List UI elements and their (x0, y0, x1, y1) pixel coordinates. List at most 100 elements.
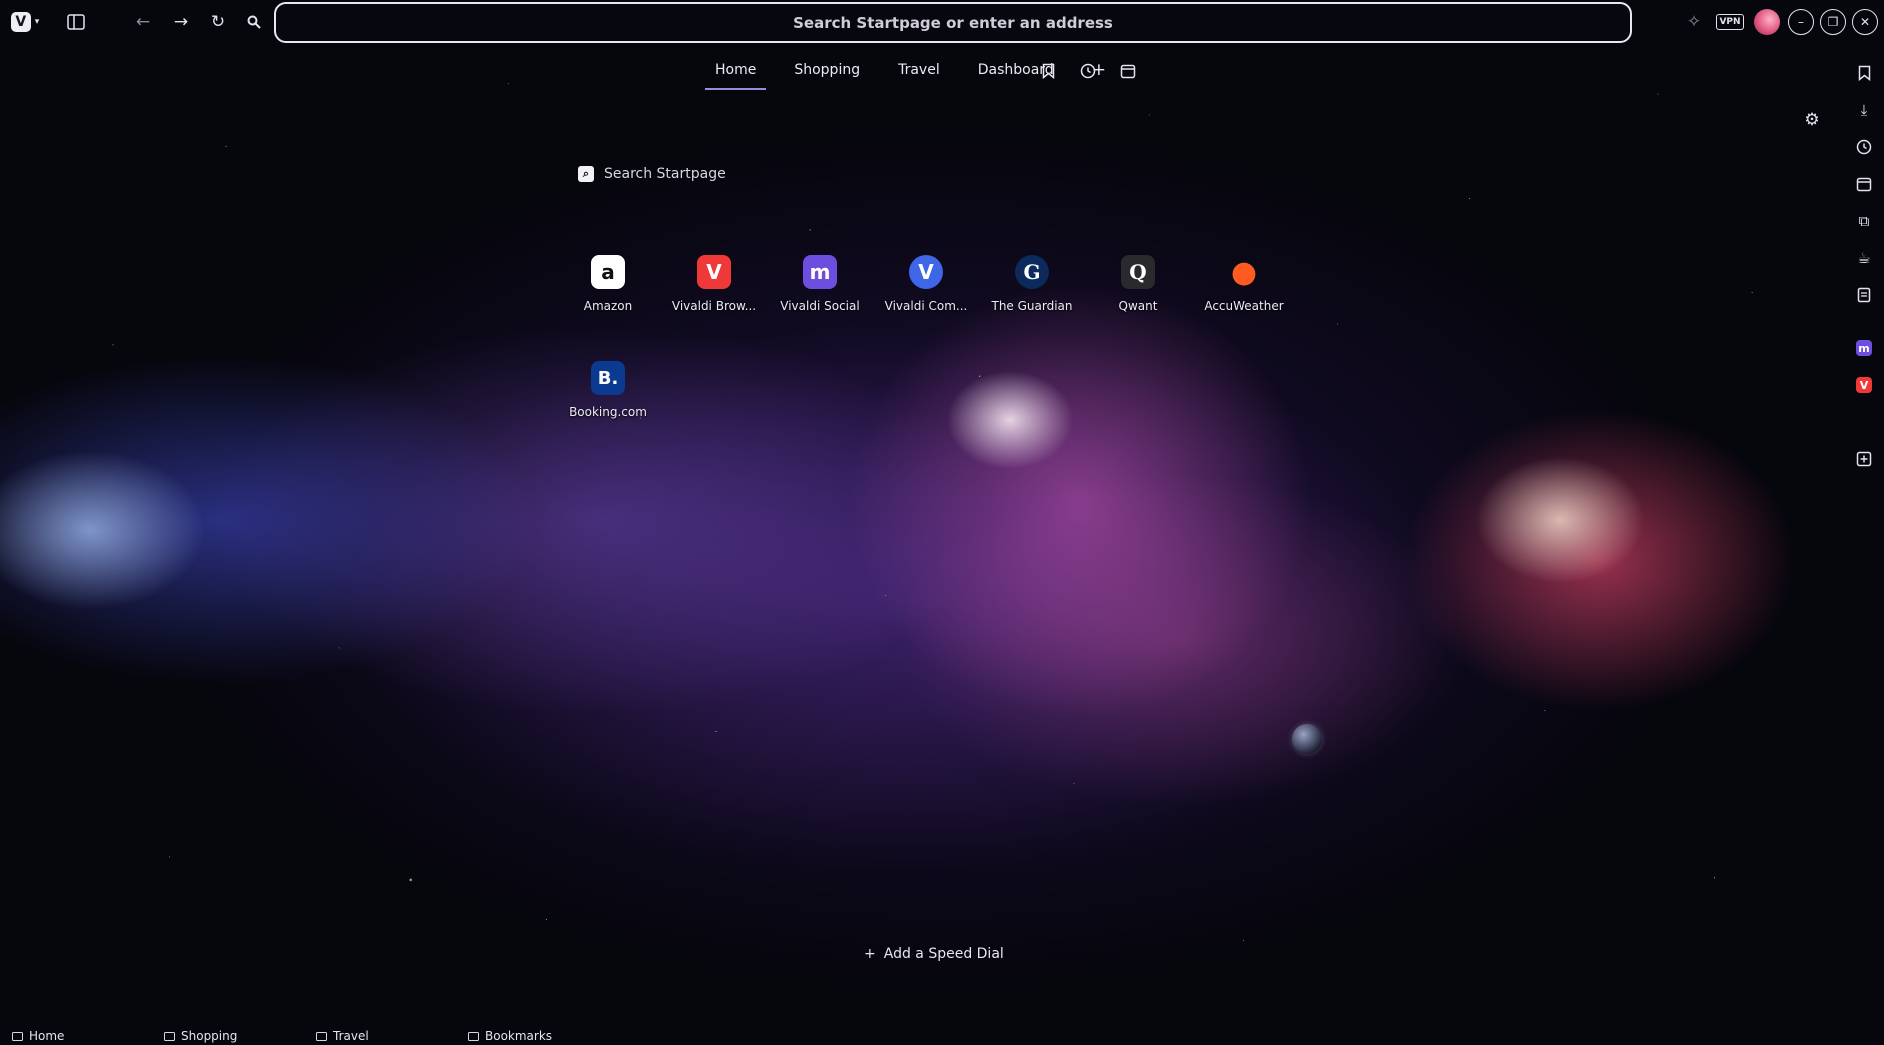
search-icon (247, 15, 261, 29)
startpage-search-icon: ⌕ (578, 166, 594, 182)
bookmark-folder-shopping[interactable]: Shopping (164, 1029, 237, 1043)
bookmark-folder-travel[interactable]: Travel (316, 1029, 369, 1043)
mastodon-icon: m (1856, 340, 1872, 356)
speed-dial-amazon[interactable]: a Amazon (555, 255, 661, 313)
back-icon: ← (135, 12, 151, 32)
avatar (1754, 9, 1780, 35)
panel-notes-button[interactable] (1852, 283, 1876, 307)
vivaldi-menu-button[interactable]: V ▾ (8, 9, 42, 35)
speed-dial-label: Vivaldi Brow... (671, 299, 757, 313)
booking-icon: B. (591, 361, 625, 395)
vpn-badge: VPN (1716, 14, 1744, 30)
amazon-icon: a (591, 255, 625, 289)
add-panel-icon (1856, 451, 1872, 467)
address-bar[interactable]: Search Startpage or enter an address (274, 2, 1632, 43)
address-placeholder: Search Startpage or enter an address (793, 13, 1113, 32)
speed-dial-label: Vivaldi Social (780, 299, 860, 313)
panel-bookmarks-button[interactable] (1852, 61, 1876, 85)
restore-icon: ❐ (1820, 9, 1846, 35)
bookmark-icon (1858, 65, 1870, 81)
search-placeholder: Search Startpage (604, 166, 726, 182)
forward-button[interactable]: → (169, 9, 193, 35)
top-toolbar: V ▾ ← → ↻ Search Startpage or enter an a… (0, 0, 1884, 46)
tab-shopping[interactable]: Shopping (784, 62, 870, 78)
add-speed-dial-label: Add a Speed Dial (883, 946, 1004, 962)
forward-icon: → (173, 12, 189, 32)
bookmark-label: Bookmarks (485, 1029, 553, 1043)
folder-icon (468, 1031, 479, 1041)
minimize-icon: – (1788, 9, 1814, 35)
extensions-icon: ✧ (1686, 12, 1702, 32)
bookmark-label: Travel (333, 1029, 369, 1043)
profile-button[interactable] (1753, 9, 1781, 35)
add-speed-dial-button[interactable]: + Add a Speed Dial (864, 946, 1004, 962)
panel-downloads-button[interactable]: ⤓ (1852, 98, 1876, 122)
panel-toggle-button[interactable] (64, 9, 88, 35)
accuweather-icon: ● (1230, 254, 1258, 290)
back-button[interactable]: ← (131, 9, 155, 35)
vivaldi-icon: V (1856, 377, 1872, 393)
speed-dial-label: AccuWeather (1204, 299, 1284, 313)
speed-dial-label: Booking.com (569, 405, 647, 419)
panel-translate-button[interactable]: ⧉ (1852, 209, 1876, 233)
speed-dial-label: Qwant (1118, 299, 1158, 313)
vivaldi-icon: V (697, 255, 731, 289)
calendar-icon (1856, 177, 1872, 192)
panel-calendar-button[interactable] (1852, 172, 1876, 196)
translate-icon: ⧉ (1858, 212, 1870, 230)
reading-list-icon: ☕ (1857, 249, 1871, 267)
speed-dial-vivaldi-social[interactable]: m Vivaldi Social (767, 255, 873, 313)
tab-home[interactable]: Home (705, 62, 767, 90)
panel-history-button[interactable] (1852, 135, 1876, 159)
panel-reading-list-button[interactable]: ☕ (1852, 246, 1876, 270)
qwant-icon: Q (1121, 255, 1155, 289)
speed-dial-label: The Guardian (991, 299, 1073, 313)
start-page-settings-button[interactable]: ⚙ (1800, 108, 1824, 132)
reload-icon: ↻ (210, 12, 226, 32)
panel-vivaldi-button[interactable]: V (1852, 373, 1876, 397)
close-window-button[interactable]: ✕ (1851, 9, 1879, 35)
speed-dial-vivaldi-community[interactable]: V Vivaldi Com... (873, 255, 979, 313)
notes-icon (1857, 287, 1871, 303)
bookmark-folder-bookmarks[interactable]: Bookmarks (468, 1029, 552, 1043)
panel-mastodon-button[interactable]: m (1852, 336, 1876, 360)
background-planet (1292, 724, 1322, 754)
vpn-button[interactable]: VPN (1715, 9, 1745, 35)
background-stars (0, 0, 1884, 1045)
panel-toggle-icon (67, 14, 85, 30)
extensions-button[interactable]: ✧ (1682, 9, 1706, 35)
bookmark-label: Shopping (181, 1029, 238, 1043)
gear-icon: ⚙ (1804, 110, 1820, 130)
bookmark-folder-home[interactable]: Home (12, 1029, 64, 1043)
bookmark-label: Home (29, 1029, 65, 1043)
start-page-search[interactable]: ⌕ Search Startpage (578, 166, 726, 182)
speed-dial-label: Vivaldi Com... (884, 299, 968, 313)
speed-dial-the-guardian[interactable]: G The Guardian (979, 255, 1085, 313)
history-icon (1080, 63, 1096, 79)
minimize-button[interactable]: – (1787, 9, 1815, 35)
calendar-tab-button[interactable] (1117, 60, 1139, 82)
chevron-down-icon: ▾ (34, 17, 40, 27)
bookmark-icon (1042, 63, 1054, 79)
folder-icon (12, 1031, 23, 1041)
start-page-tabs: Home Shopping Travel Dashboard + (705, 58, 1134, 90)
tab-travel[interactable]: Travel (888, 62, 950, 78)
speed-dial-accuweather[interactable]: ● AccuWeather (1191, 254, 1297, 314)
vivaldi-community-icon: V (909, 255, 943, 289)
speed-dial-vivaldi-browser[interactable]: V Vivaldi Brow... (661, 255, 767, 313)
mastodon-icon: m (803, 255, 837, 289)
history-tab-button[interactable] (1077, 60, 1099, 82)
plus-icon: + (864, 946, 876, 962)
bookmarks-tab-button[interactable] (1037, 60, 1059, 82)
speed-dial-booking[interactable]: B. Booking.com (555, 361, 661, 419)
restore-button[interactable]: ❐ (1819, 9, 1847, 35)
folder-icon (164, 1031, 175, 1041)
folder-icon (316, 1031, 327, 1041)
vivaldi-logo-icon: V (10, 12, 31, 32)
speed-dial-qwant[interactable]: Q Qwant (1085, 255, 1191, 313)
download-icon: ⤓ (1860, 101, 1868, 119)
reload-button[interactable]: ↻ (206, 9, 230, 35)
panel-add-web-panel-button[interactable] (1852, 447, 1876, 471)
close-icon: ✕ (1852, 9, 1878, 35)
search-button[interactable] (242, 9, 266, 35)
